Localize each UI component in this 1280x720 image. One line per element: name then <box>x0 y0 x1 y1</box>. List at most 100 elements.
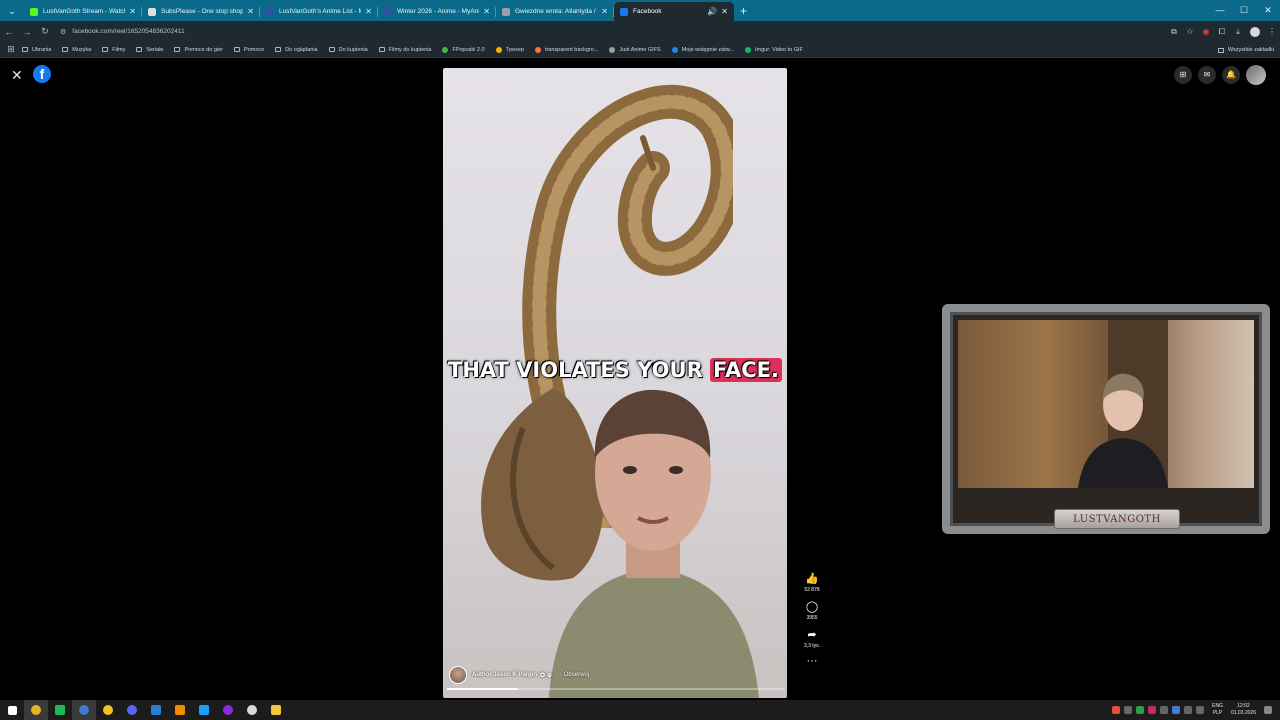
apps-grid-icon[interactable]: ⊞ <box>0 44 22 55</box>
account-avatar[interactable] <box>1246 65 1266 85</box>
notifications-icon[interactable] <box>1264 706 1272 714</box>
bookmark-label: Pomoce do gier <box>184 46 224 53</box>
install-app-icon[interactable]: ⧉ <box>1166 27 1182 37</box>
like-action[interactable]: 👍 52 878 <box>800 573 824 593</box>
share-action[interactable]: ➦ 3,3 tys. <box>800 629 824 649</box>
tab-title: Facebook <box>633 8 662 15</box>
vlc-taskbar-icon[interactable] <box>168 700 192 720</box>
bookmark-item[interactable]: Filmy <box>102 47 125 53</box>
bookmark-list: Ubrania Muzyka Filmy Seriale Pomoce do gier P… <box>22 46 814 53</box>
author-avatar[interactable] <box>449 666 467 684</box>
downloads-icon[interactable]: ⤓ <box>1230 27 1246 37</box>
file-explorer-taskbar-icon[interactable] <box>264 700 288 720</box>
browser-tab[interactable]: Gwiezdne wrota: Atlantyda / St ✕ <box>496 2 614 21</box>
back-icon[interactable]: ← <box>0 27 18 37</box>
comment-action[interactable]: ◯ 3955 <box>800 601 824 621</box>
bookmark-item[interactable]: Tpexep <box>495 46 524 53</box>
browser-tab[interactable]: SubsPlease - One stop shop fo ✕ <box>142 2 260 21</box>
streamer-image <box>1078 373 1168 488</box>
notifications-bell-icon[interactable]: 🔔 <box>1222 66 1240 84</box>
bookmark-item[interactable]: Just Anime GIFS <box>609 46 661 53</box>
clock[interactable]: 12:02 01.03.2026 <box>1231 703 1256 717</box>
bookmark-item[interactable]: Pomoce do gier <box>174 47 223 53</box>
reload-icon[interactable]: ↻ <box>36 26 54 37</box>
extension-icon[interactable]: ◉ <box>1198 27 1214 36</box>
app-taskbar-icon[interactable] <box>72 700 96 720</box>
messenger-icon[interactable]: ✉ <box>1198 66 1216 84</box>
chrome-taskbar-icon[interactable] <box>24 700 48 720</box>
all-bookmarks[interactable]: Wszystkie zakładki <box>1217 42 1274 58</box>
new-tab-button[interactable]: + <box>740 2 747 21</box>
bookmark-item[interactable]: Filmy do kupienia <box>378 47 431 53</box>
reel-author: Author Jason K Pargin ✪ ⊕ · Obserwuj <box>449 666 589 684</box>
bookmark-star-icon[interactable]: ☆ <box>1182 27 1198 36</box>
obs-taskbar-icon[interactable] <box>216 700 240 720</box>
folder-icon <box>22 47 28 52</box>
editor-taskbar-icon[interactable] <box>144 700 168 720</box>
bookmark-item[interactable]: Seriale <box>136 47 163 53</box>
tab-close-icon[interactable]: ✕ <box>721 7 728 16</box>
more-options-icon[interactable]: ··· <box>800 656 824 667</box>
folder-icon <box>1217 47 1224 53</box>
folder-icon <box>62 47 69 52</box>
spotify-taskbar-icon[interactable] <box>48 700 72 720</box>
browser-tab[interactable]: LustVanGoth's Anime List - My ✕ <box>260 2 378 21</box>
browser-menu-icon[interactable]: ⋮ <box>1264 27 1280 36</box>
tray-app-icon[interactable] <box>1160 706 1169 714</box>
bookmark-item[interactable]: Do kupienia <box>328 47 368 53</box>
profile-avatar[interactable] <box>1250 26 1260 37</box>
tray-app-icon[interactable] <box>1148 706 1157 714</box>
steam-taskbar-icon[interactable] <box>192 700 216 720</box>
tray-app-icon[interactable] <box>1112 706 1121 714</box>
address-bar[interactable]: ⚙ facebook.com/reel/1652054836202411 <box>60 23 1160 40</box>
bookmark-item[interactable]: Do oglądania <box>275 47 318 53</box>
folder-icon <box>174 47 181 52</box>
site-info-icon[interactable]: ⚙ <box>60 28 66 36</box>
bookmark-item[interactable]: Moje wstępnie zatw... <box>671 46 734 53</box>
browser-tab[interactable]: Winter 2026 - Anime - MyAnim ✕ <box>378 2 496 21</box>
tab-close-icon[interactable]: ✕ <box>365 7 372 16</box>
close-window-icon[interactable]: ✕ <box>1256 0 1280 21</box>
folder-icon <box>275 47 282 52</box>
tab-title: Gwiezdne wrota: Atlantyda / St <box>515 8 598 15</box>
browser-tab[interactable]: LustVanGoth Stream - Watch L ✕ <box>24 2 142 21</box>
author-name[interactable]: Author Jason K Pargin <box>472 672 537 678</box>
reel-video[interactable]: THAT VIOLATES YOUR FACE. Author Jason K … <box>443 68 787 698</box>
tab-search-icon[interactable]: ⌄ <box>3 2 21 20</box>
tab-favicon-icon <box>502 7 510 16</box>
video-progress-bar[interactable] <box>447 688 785 690</box>
bookmark-item[interactable]: Ubrania <box>22 47 51 53</box>
tray-app-icon[interactable] <box>1124 706 1133 714</box>
reel-caption: THAT VIOLATES YOUR FACE. <box>443 358 787 382</box>
volume-icon[interactable] <box>1196 706 1205 714</box>
discord-taskbar-icon[interactable] <box>120 700 144 720</box>
follow-link[interactable]: · Obserwuj <box>560 672 589 678</box>
language-indicator[interactable]: ENG PLP <box>1212 703 1223 717</box>
minimize-icon[interactable]: — <box>1208 0 1232 21</box>
tab-close-icon[interactable]: ✕ <box>247 7 254 16</box>
network-icon[interactable] <box>1184 706 1193 714</box>
tray-app-icon[interactable] <box>1136 706 1145 714</box>
browser-tab[interactable]: Facebook 🔊 ✕ <box>614 2 734 21</box>
tray-app-icon[interactable] <box>1172 706 1181 714</box>
bookmark-item[interactable]: transparent backgro... <box>534 46 598 53</box>
bookmark-item[interactable]: Imgur: Video to GIF <box>745 46 803 53</box>
forward-icon[interactable]: → <box>18 27 36 37</box>
tab-audio-icon[interactable]: 🔊 <box>707 7 717 16</box>
tab-close-icon[interactable]: ✕ <box>483 7 490 16</box>
bookmark-label: Filmy <box>112 46 126 53</box>
facebook-logo-icon[interactable]: f <box>33 65 51 83</box>
tab-close-icon[interactable]: ✕ <box>601 7 608 16</box>
start-button[interactable] <box>0 700 24 720</box>
bookmark-item[interactable]: Muzyka <box>62 47 91 53</box>
extensions-puzzle-icon[interactable]: ⧠ <box>1214 27 1230 37</box>
menu-grid-icon[interactable]: ⊞ <box>1174 66 1192 84</box>
bookmarks-bar: ⊞ Ubrania Muzyka Filmy Seriale Pomoce do gie… <box>0 42 1280 58</box>
bookmark-item[interactable]: Pomoce <box>234 47 264 53</box>
settings-taskbar-icon[interactable] <box>240 700 264 720</box>
tab-close-icon[interactable]: ✕ <box>129 7 136 16</box>
bookmark-item[interactable]: FPopuski 2.0 <box>442 46 485 53</box>
close-icon[interactable]: ✕ <box>11 67 23 84</box>
maximize-icon[interactable]: ☐ <box>1232 0 1256 21</box>
norton-taskbar-icon[interactable] <box>96 700 120 720</box>
